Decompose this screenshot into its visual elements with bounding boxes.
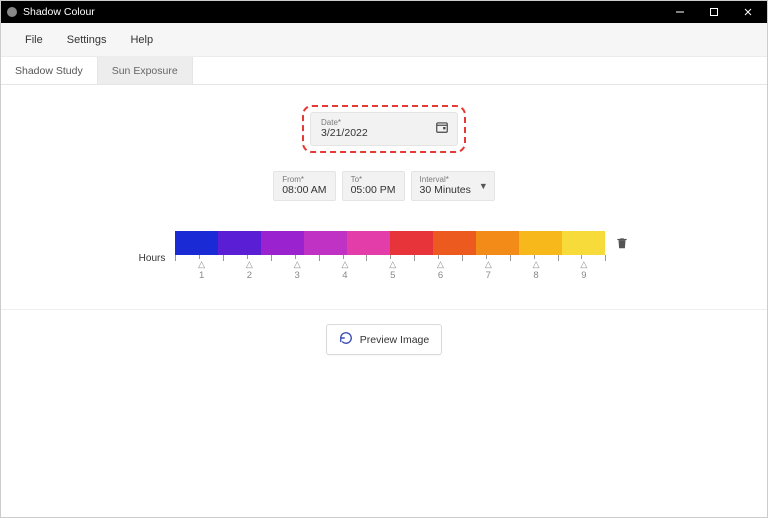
date-field[interactable]: Date* 3/21/2022 — [310, 112, 458, 146]
hour-marker-label: 8 — [533, 271, 540, 281]
hours-gradient — [175, 231, 605, 255]
hour-marker-handle-icon: △ — [294, 260, 301, 269]
tabstrip: Shadow Study Sun Exposure — [1, 57, 767, 85]
gradient-seg-7 — [476, 231, 519, 255]
hour-marker-handle-icon: △ — [341, 260, 348, 269]
hour-marker-label: 4 — [341, 271, 348, 281]
gradient-seg-9 — [562, 231, 605, 255]
to-value: 05:00 PM — [351, 185, 396, 197]
hour-marker-label: 7 — [485, 271, 492, 281]
close-button[interactable] — [731, 1, 765, 23]
interval-field[interactable]: Interval* 30 Minutes ▼ — [411, 171, 495, 201]
hour-marker-handle-icon: △ — [580, 260, 587, 269]
hour-marker-label: 2 — [246, 271, 253, 281]
menu-help[interactable]: Help — [120, 28, 163, 52]
from-value: 08:00 AM — [282, 185, 326, 197]
interval-value: 30 Minutes — [420, 185, 471, 197]
menubar: File Settings Help — [1, 23, 767, 57]
section-divider — [1, 309, 767, 310]
app-window: Shadow Colour File Settings Help Shadow … — [0, 0, 768, 518]
hour-marker-7[interactable]: △7 — [485, 260, 492, 281]
hour-marker-5[interactable]: △5 — [389, 260, 396, 281]
gradient-seg-4 — [347, 231, 390, 255]
tab-sun-exposure[interactable]: Sun Exposure — [98, 57, 193, 84]
hour-marker-2[interactable]: △2 — [246, 260, 253, 281]
date-highlight: Date* 3/21/2022 — [302, 105, 466, 153]
menu-settings[interactable]: Settings — [57, 28, 117, 52]
hour-marker-1[interactable]: △1 — [198, 260, 205, 281]
hour-marker-handle-icon: △ — [198, 260, 205, 269]
hours-ruler: △1△2△3△4△5△6△7△8△9 — [175, 255, 605, 285]
hour-marker-label: 6 — [437, 271, 444, 281]
preview-button[interactable]: Preview Image — [326, 324, 442, 355]
content-area: Date* 3/21/2022 From* 08:00 AM — [1, 85, 767, 517]
hour-marker-label: 5 — [389, 271, 396, 281]
chevron-down-icon: ▼ — [479, 181, 488, 191]
hour-marker-4[interactable]: △4 — [341, 260, 348, 281]
date-value: 3/21/2022 — [321, 128, 435, 140]
hour-marker-handle-icon: △ — [533, 260, 540, 269]
gradient-seg-6 — [433, 231, 476, 255]
hour-marker-handle-icon: △ — [246, 260, 253, 269]
hour-marker-label: 9 — [580, 271, 587, 281]
hour-marker-9[interactable]: △9 — [580, 260, 587, 281]
menu-file[interactable]: File — [15, 28, 53, 52]
minimize-button[interactable] — [663, 1, 697, 23]
gradient-seg-8 — [519, 231, 562, 255]
trash-icon[interactable] — [615, 235, 629, 256]
maximize-button[interactable] — [697, 1, 731, 23]
gradient-seg-3 — [304, 231, 347, 255]
hour-marker-handle-icon: △ — [389, 260, 396, 269]
hour-marker-8[interactable]: △8 — [533, 260, 540, 281]
gradient-seg-5 — [390, 231, 433, 255]
gradient-seg-1 — [218, 231, 261, 255]
to-field[interactable]: To* 05:00 PM — [342, 171, 405, 201]
gradient-seg-0 — [175, 231, 218, 255]
hour-marker-label: 3 — [294, 271, 301, 281]
hours-axis-label: Hours — [139, 253, 166, 264]
hour-marker-6[interactable]: △6 — [437, 260, 444, 281]
hour-marker-handle-icon: △ — [437, 260, 444, 269]
tab-shadow-study[interactable]: Shadow Study — [1, 57, 98, 84]
calendar-icon[interactable] — [435, 120, 449, 139]
gradient-seg-2 — [261, 231, 304, 255]
from-field[interactable]: From* 08:00 AM — [273, 171, 335, 201]
preview-button-label: Preview Image — [360, 334, 429, 346]
window-title: Shadow Colour — [23, 6, 95, 18]
hour-marker-label: 1 — [198, 271, 205, 281]
titlebar: Shadow Colour — [1, 1, 767, 23]
hour-marker-3[interactable]: △3 — [294, 260, 301, 281]
refresh-icon — [339, 331, 353, 348]
app-icon — [5, 5, 19, 19]
hour-marker-handle-icon: △ — [485, 260, 492, 269]
